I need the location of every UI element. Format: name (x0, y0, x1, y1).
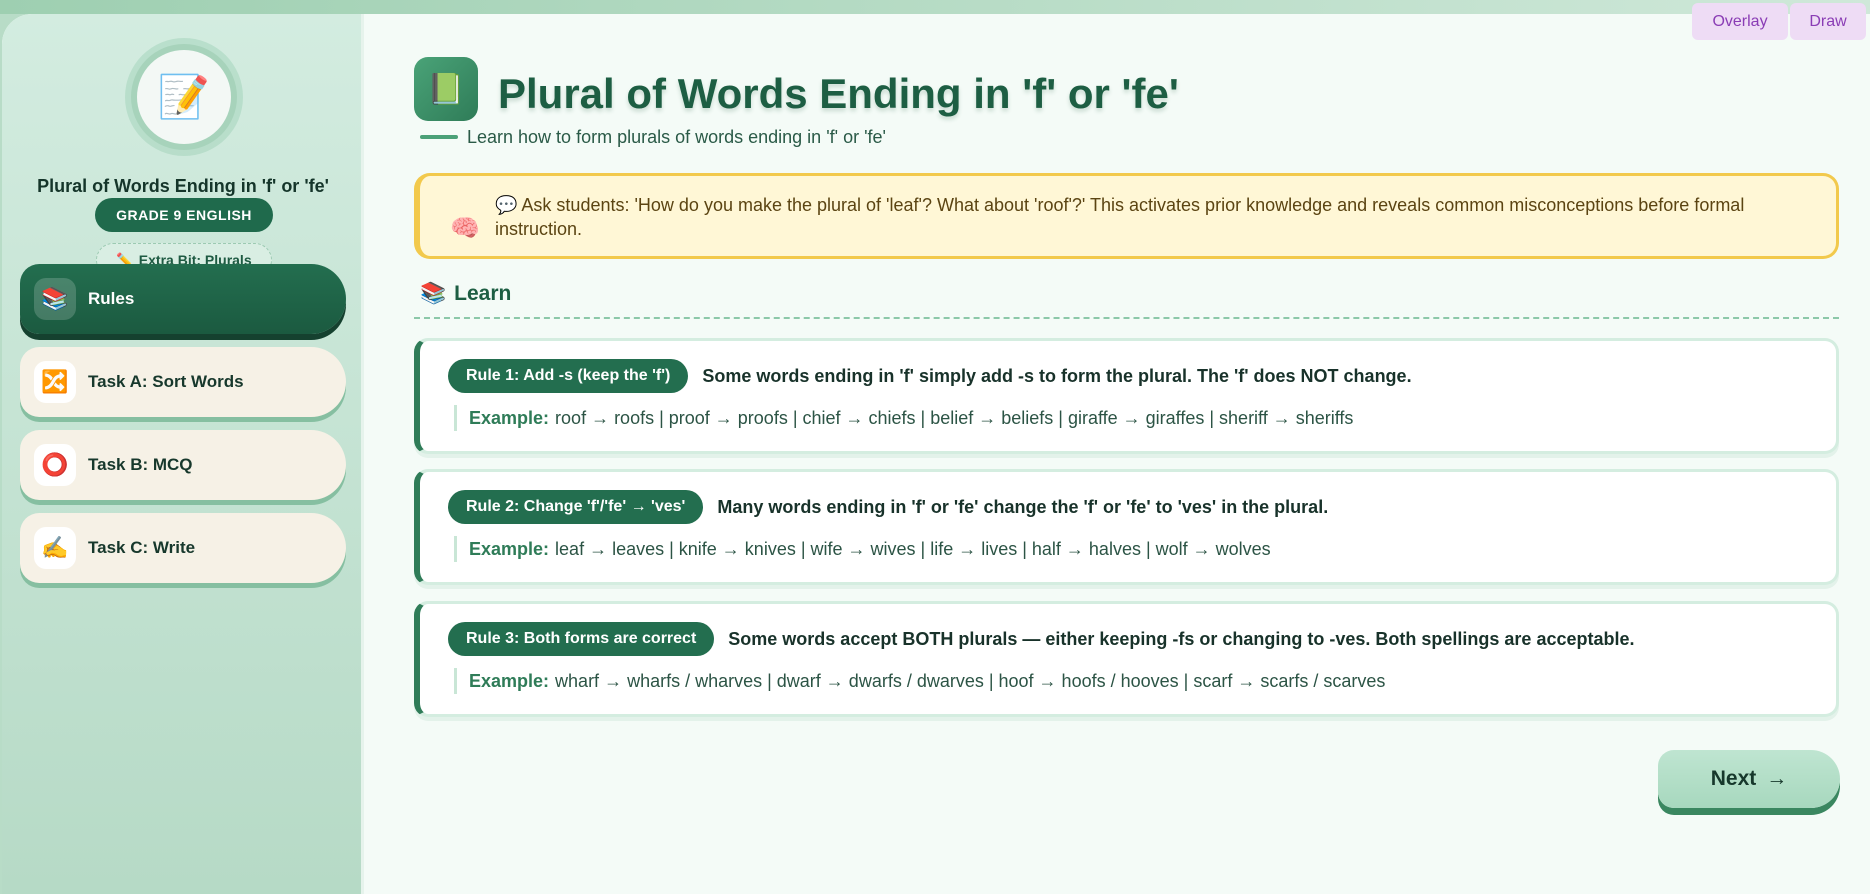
example-label: Example: (469, 538, 550, 559)
section-heading: 📚 Learn (420, 282, 511, 306)
app-window: 📝 Plural of Words Ending in 'f' or 'fe' … (2, 14, 1870, 894)
example-text: wharf → wharfs / wharves | dwarf → dwarf… (555, 670, 1386, 691)
example-label: Example: (469, 407, 550, 428)
section-divider (414, 317, 1839, 319)
subtitle-accent (420, 135, 458, 139)
sidebar-item-rules[interactable]: 📚 Rules (20, 264, 346, 334)
pencil-paper-icon: 📝 (137, 50, 231, 144)
teacher-note-text: 💬 Ask students: 'How do you make the plu… (495, 195, 1745, 239)
books-icon: 📚 (34, 278, 76, 320)
rule-pill: Rule 2: Change 'f'/'fe' → 'ves' (448, 490, 704, 524)
rule-pill: Rule 3: Both forms are correct (448, 622, 715, 656)
sidebar-item-task-a[interactable]: 🔀 Task A: Sort Words (20, 347, 346, 417)
rule-pill: Rule 1: Add -s (keep the 'f') (448, 359, 689, 393)
grade-badge: GRADE 9 ENGLISH (95, 198, 273, 232)
example-text: leaf → leaves | knife → knives | wife → … (555, 538, 1271, 559)
sidebar: 📝 Plural of Words Ending in 'f' or 'fe' … (2, 14, 364, 894)
page-title: Plural of Words Ending in 'f' or 'fe' (498, 70, 1179, 117)
next-button[interactable]: Next → (1658, 750, 1840, 808)
top-strip (0, 0, 1870, 14)
overlay-button[interactable]: Overlay (1692, 3, 1788, 40)
draw-button[interactable]: Draw (1790, 3, 1866, 40)
rule-description: Many words ending in 'f' or 'fe' change … (717, 496, 1329, 517)
sidebar-item-task-b[interactable]: ⭕ Task B: MCQ (20, 430, 346, 500)
rule-example: Example: leaf → leaves | knife → knives … (454, 536, 1271, 562)
sidebar-item-label: Task A: Sort Words (88, 372, 244, 391)
next-button-label: Next (1710, 767, 1757, 790)
books-icon: 📚 (420, 282, 447, 305)
sidebar-title: Plural of Words Ending in 'f' or 'fe' (37, 176, 329, 196)
page-subtitle: Learn how to form plurals of words endin… (467, 127, 886, 147)
brain-icon: 🧠 (450, 214, 480, 242)
main-content: 📗 Plural of Words Ending in 'f' or 'fe' … (364, 14, 1870, 894)
writing-hand-icon: ✍️ (34, 527, 76, 569)
rule-description: Some words ending in 'f' simply add -s t… (702, 365, 1412, 386)
rule-example: Example: roof → roofs | proof → proofs |… (454, 405, 1353, 431)
avatar-ring: 📝 (131, 44, 237, 150)
sidebar-item-label: Task C: Write (88, 538, 196, 557)
shuffle-icon: 🔀 (34, 361, 76, 403)
rule-example: Example: wharf → wharfs / wharves | dwar… (454, 668, 1385, 694)
sidebar-item-label: Task B: MCQ (88, 455, 193, 474)
rule-card-1: Rule 1: Add -s (keep the 'f') Some words… (414, 338, 1839, 454)
book-icon: 📗 (414, 57, 478, 121)
rule-description: Some words accept BOTH plurals — either … (728, 628, 1635, 649)
arrow-right-icon: → (1766, 767, 1788, 790)
example-label: Example: (469, 670, 550, 691)
teacher-note: 🧠 💬 Ask students: 'How do you make the p… (414, 173, 1839, 259)
sidebar-item-label: Rules (88, 289, 135, 308)
circle-icon: ⭕ (34, 444, 76, 486)
rule-card-3: Rule 3: Both forms are correct Some word… (414, 601, 1839, 717)
sidebar-item-task-c[interactable]: ✍️ Task C: Write (20, 513, 346, 583)
section-heading-label: Learn (454, 282, 512, 305)
example-text: roof → roofs | proof → proofs | chief → … (555, 407, 1354, 428)
rule-card-2: Rule 2: Change 'f'/'fe' → 'ves' Many wor… (414, 469, 1839, 585)
